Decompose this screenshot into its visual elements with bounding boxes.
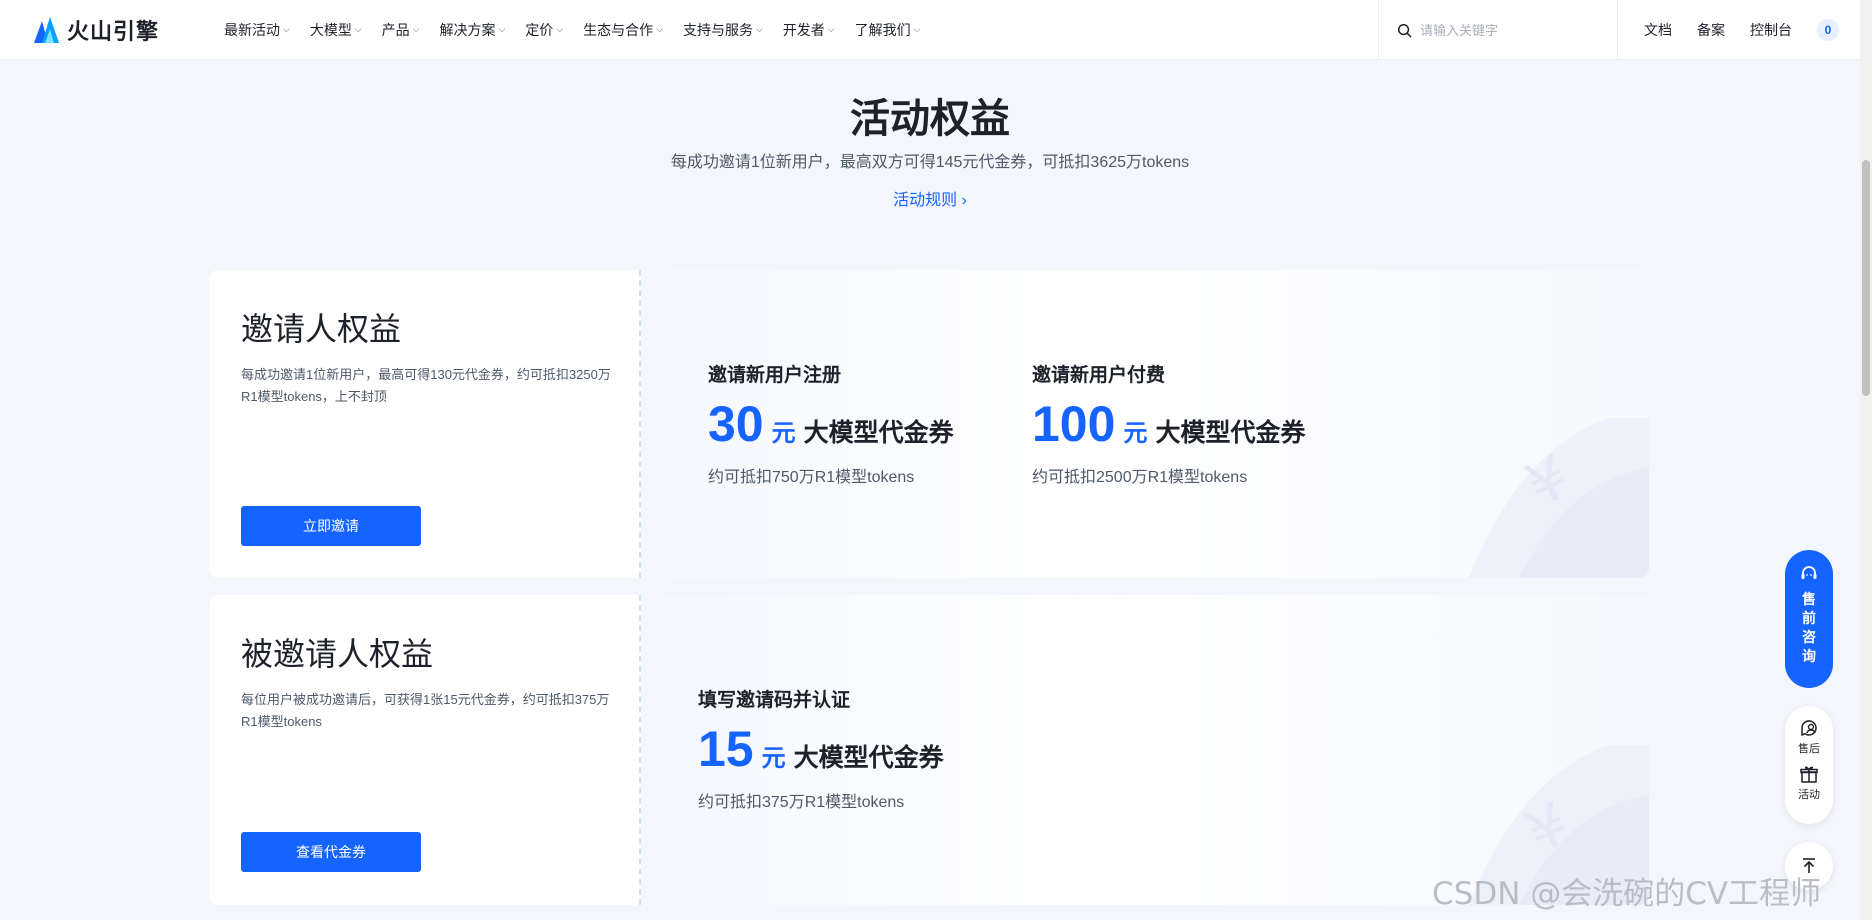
activity-rules-label: 活动规则 — [893, 192, 958, 209]
after-sales-label: 售后 — [1798, 743, 1820, 755]
invitee-benefits-card: 被邀请人权益 每位用户被成功邀请后，可获得1张15元代金券，约可抵扣375万R1… — [209, 595, 1649, 905]
nav-item-developers[interactable]: 开发者 ⌵ — [783, 20, 835, 40]
activity-button[interactable]: 活动 — [1798, 764, 1820, 802]
nav-label: 支持与服务 — [682, 21, 753, 38]
benefit-name: 大模型代金券 — [1155, 419, 1306, 447]
chevron-down-icon: ⌵ — [498, 24, 506, 34]
invite-now-button[interactable]: 立即邀请 — [241, 506, 421, 546]
chevron-down-icon: ⌵ — [412, 24, 420, 34]
inviter-card-intro: 邀请人权益 每成功邀请1位新用户，最高可得130元代金券，约可抵扣3250万R1… — [209, 270, 639, 578]
after-sales-button[interactable]: 售后 — [1798, 718, 1820, 756]
benefit-name: 大模型代金券 — [793, 744, 944, 772]
beian-link[interactable]: 备案 — [1697, 20, 1725, 40]
scrollbar-thumb[interactable] — [1862, 160, 1870, 396]
docs-link[interactable]: 文档 — [1644, 20, 1672, 40]
chevron-down-icon: ⌵ — [556, 24, 564, 34]
search-icon[interactable] — [1397, 23, 1412, 38]
chevron-right-icon: › — [961, 192, 967, 209]
benefit-amount-row: 15 元 大模型代金券 — [698, 724, 944, 774]
chevron-down-icon: ⌵ — [913, 24, 921, 34]
benefit-title: 邀请新用户付费 — [1032, 365, 1166, 386]
inviter-card-desc: 每成功邀请1位新用户，最高可得130元代金券，约可抵扣3250万R1模型toke… — [241, 367, 611, 404]
logo-text: 火山引擎 — [67, 18, 160, 44]
cart-count-badge[interactable]: 0 — [1817, 19, 1839, 41]
benefit-note: 约可抵扣750万R1模型tokens — [708, 469, 915, 486]
side-toolbar: 售后 活动 — [1785, 706, 1833, 824]
benefit-note: 约可抵扣375万R1模型tokens — [698, 794, 905, 811]
inviter-card-title: 邀请人权益 — [241, 311, 402, 347]
benefit-title: 邀请新用户注册 — [708, 365, 842, 386]
after-sales-service-icon — [1801, 720, 1817, 737]
benefit-name: 大模型代金券 — [803, 419, 954, 447]
volcano-logo-icon — [34, 17, 59, 43]
nav-item-products[interactable]: 产品 ⌵ — [382, 20, 420, 40]
presales-consult-button[interactable]: 售前咨询 — [1785, 550, 1833, 688]
invitee-card-desc: 每位用户被成功邀请后，可获得1张15元代金券，约可抵扣375万R1模型token… — [241, 692, 610, 729]
chevron-down-icon: ⌵ — [755, 24, 763, 34]
benefit-unit: 元 — [771, 420, 796, 447]
benefit-title: 填写邀请码并认证 — [698, 690, 851, 711]
nav-item-about-us[interactable]: 了解我们 ⌵ — [855, 20, 921, 40]
nav-item-latest-activities[interactable]: 最新活动 ⌵ — [224, 20, 290, 40]
benefit-amount-row: 100 元 大模型代金券 — [1032, 399, 1305, 449]
headset-icon — [1801, 566, 1817, 579]
inviter-benefits-list: 邀请新用户注册 30 元 大模型代金券 约可抵扣750万R1模型tokens 邀… — [641, 270, 1649, 578]
benefit-unit: 元 — [1123, 420, 1148, 447]
nav-item-support[interactable]: 支持与服务 ⌵ — [683, 20, 763, 40]
nav-label: 解决方案 — [439, 21, 496, 38]
benefit-amount: 100 — [1032, 396, 1116, 452]
chevron-down-icon: ⌵ — [656, 24, 663, 34]
invitee-benefits-list: 填写邀请码并认证 15 元 大模型代金券 约可抵扣375万R1模型tokens … — [641, 595, 1649, 905]
benefit-amount: 15 — [698, 721, 754, 777]
nav-label: 生态与合作 — [583, 21, 654, 38]
nav-item-solutions[interactable]: 解决方案 ⌵ — [439, 20, 505, 40]
section-subtitle: 每成功邀请1位新用户，最高双方可得145元代金券，可抵扣3625万tokens — [670, 154, 1190, 171]
view-coupons-button[interactable]: 查看代金券 — [241, 832, 421, 872]
activity-rules-link[interactable]: 活动规则 › — [0, 186, 1860, 210]
nav-label: 大模型 — [309, 21, 352, 38]
section-title: 活动权益 — [850, 97, 1010, 141]
benefit-payment: 邀请新用户付费 100 元 大模型代金券 约可抵扣2500万R1模型tokens — [1032, 360, 1305, 487]
invitee-card-intro: 被邀请人权益 每位用户被成功邀请后，可获得1张15元代金券，约可抵扣375万R1… — [209, 595, 639, 905]
nav-label: 产品 — [381, 21, 410, 38]
nav-label: 最新活动 — [224, 21, 280, 38]
consult-label: 售前咨询 — [1802, 591, 1816, 664]
top-navigation-bar: 火山引擎 最新活动 ⌵ 大模型 ⌵ 产品 ⌵ 解决方案 ⌵ 定价 ⌵ 生态与合作 ⌵ 支持与… — [0, 0, 1860, 60]
logo[interactable]: 火山引擎 — [32, 14, 182, 46]
chevron-down-icon: ⌵ — [283, 24, 290, 34]
coupon-decoration-icon: ¥ — [1469, 418, 1649, 578]
gift-icon — [1800, 766, 1818, 783]
csdn-watermark: CSDN @会洗碗的CV工程师 — [1432, 876, 1822, 912]
search-input[interactable] — [1420, 22, 1600, 38]
nav-label: 定价 — [525, 21, 554, 38]
chevron-down-icon: ⌵ — [827, 24, 835, 34]
inviter-benefits-card: 邀请人权益 每成功邀请1位新用户，最高可得130元代金券，约可抵扣3250万R1… — [209, 270, 1649, 578]
header-right-links: 文档 备案 控制台 0 — [1644, 0, 1839, 60]
nav-label: 了解我们 — [854, 21, 911, 38]
nav-item-pricing[interactable]: 定价 ⌵ — [525, 20, 563, 40]
invitee-card-title: 被邀请人权益 — [241, 636, 434, 672]
nav-item-ecosystem[interactable]: 生态与合作 ⌵ — [583, 20, 663, 40]
search-box — [1378, 0, 1618, 60]
benefit-invite-code: 填写邀请码并认证 15 元 大模型代金券 约可抵扣375万R1模型tokens — [698, 685, 944, 812]
benefit-amount: 30 — [708, 396, 764, 452]
benefit-unit: 元 — [761, 745, 786, 772]
console-link[interactable]: 控制台 — [1750, 20, 1792, 40]
nav-item-large-models[interactable]: 大模型 ⌵ — [310, 20, 362, 40]
main-nav: 最新活动 ⌵ 大模型 ⌵ 产品 ⌵ 解决方案 ⌵ 定价 ⌵ 生态与合作 ⌵ 支持与服务 ⌵ 开… — [224, 20, 940, 40]
nav-label: 开发者 — [782, 21, 825, 38]
activity-label: 活动 — [1798, 789, 1820, 801]
page-scrollbar[interactable] — [1860, 0, 1872, 920]
benefit-register: 邀请新用户注册 30 元 大模型代金券 约可抵扣750万R1模型tokens — [708, 360, 954, 487]
benefit-amount-row: 30 元 大模型代金券 — [708, 399, 954, 449]
chevron-down-icon: ⌵ — [354, 24, 362, 34]
benefit-note: 约可抵扣2500万R1模型tokens — [1032, 469, 1248, 486]
